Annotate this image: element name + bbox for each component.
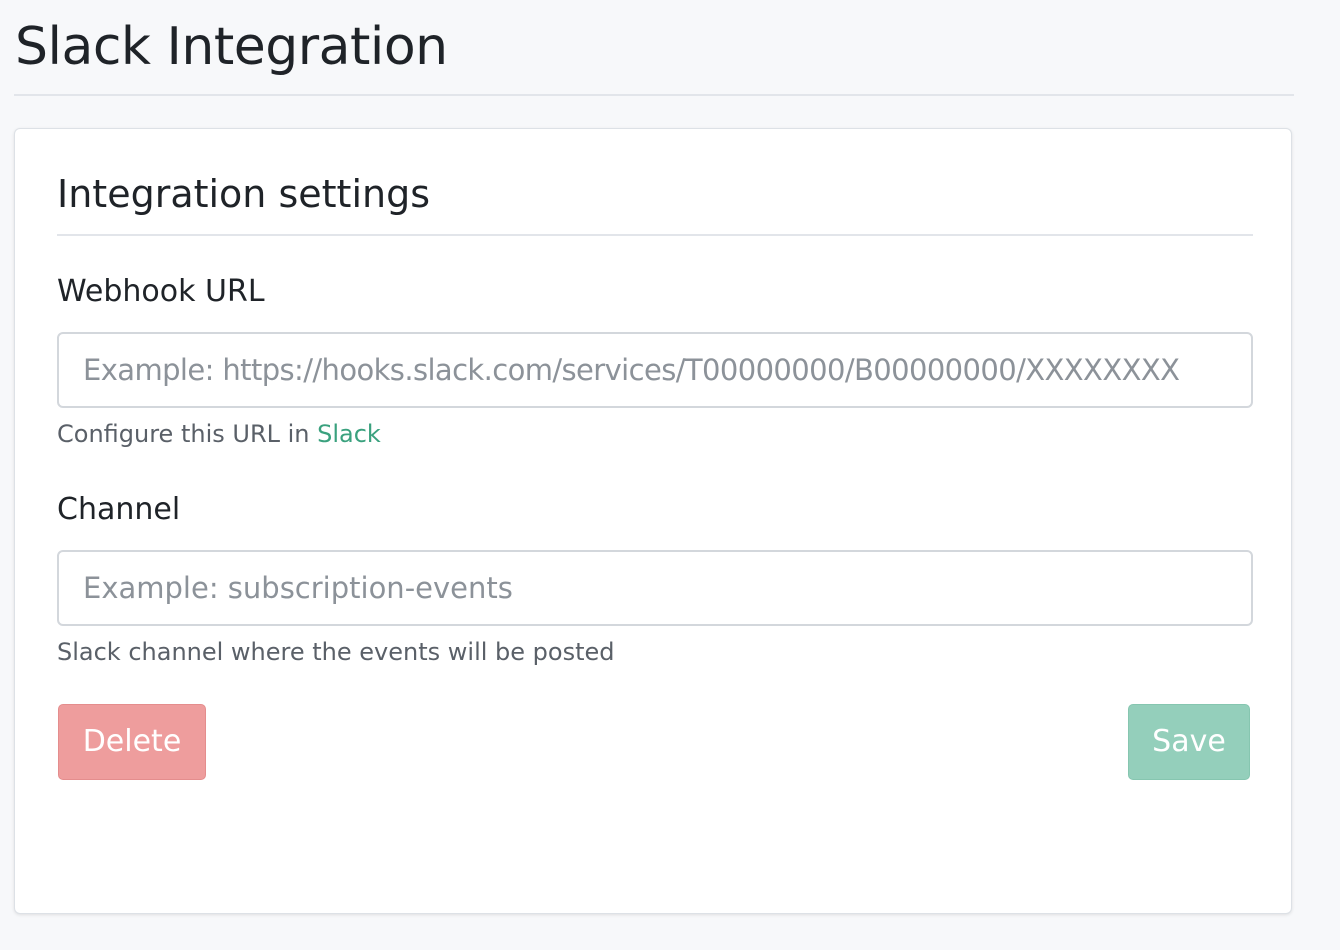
title-divider [14,94,1294,96]
slack-link[interactable]: Slack [317,420,381,448]
channel-help: Slack channel where the events will be p… [57,638,615,666]
channel-input[interactable] [57,550,1253,626]
webhook-url-help: Configure this URL in Slack [57,417,381,451]
save-button[interactable]: Save [1128,704,1250,780]
section-divider [57,234,1253,236]
channel-label: Channel [57,492,181,527]
integration-settings-card: Integration settings Webhook URL Configu… [14,128,1292,914]
delete-button[interactable]: Delete [58,704,206,780]
webhook-help-text: Configure this URL in [57,420,318,448]
page-title: Slack Integration [15,17,448,77]
webhook-url-input[interactable] [57,332,1253,408]
section-title: Integration settings [57,172,431,216]
webhook-url-label: Webhook URL [57,274,265,309]
